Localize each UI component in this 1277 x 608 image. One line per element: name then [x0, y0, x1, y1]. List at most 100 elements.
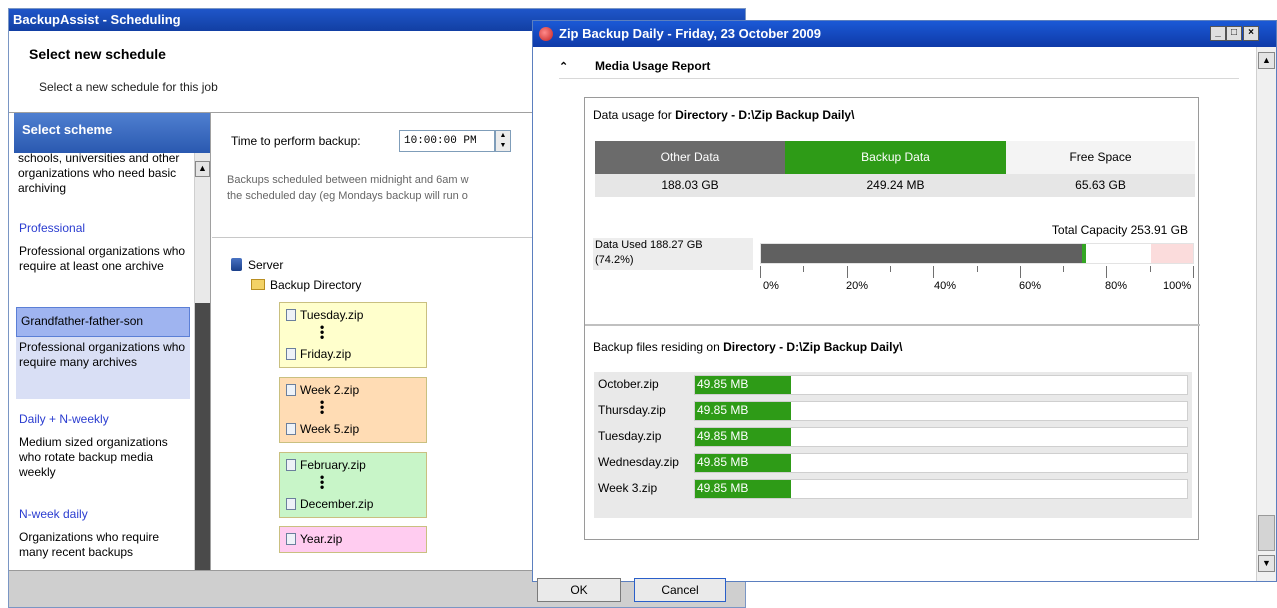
- report-window: Zip Backup Daily - Friday, 23 October 20…: [532, 20, 1277, 582]
- col-header-free-space: Free Space: [1006, 141, 1195, 174]
- axis-tick: [760, 266, 761, 278]
- cancel-button[interactable]: Cancel: [634, 578, 726, 602]
- usage-axis-labels: 0% 20% 40% 60% 80% 100%: [585, 280, 1200, 294]
- scroll-down-icon[interactable]: ▼: [1258, 555, 1275, 572]
- list-item: Wednesday.zip 49.85 MB: [596, 450, 1190, 474]
- file-name: Friday.zip: [300, 347, 352, 361]
- axis-tick: [1150, 266, 1151, 272]
- file-name: Week 2.zip: [300, 383, 360, 397]
- file-group-weekly: Week 2.zip • • • Week 5.zip: [279, 377, 427, 443]
- folder-icon: [251, 279, 265, 290]
- scheme-gfs-desc[interactable]: Professional organizations who require m…: [19, 340, 189, 370]
- close-icon[interactable]: ×: [1243, 26, 1259, 41]
- file-group-yearly: Year.zip: [279, 526, 427, 553]
- ok-button[interactable]: OK: [537, 578, 621, 602]
- server-icon: [231, 258, 242, 271]
- file-item: Friday.zip: [286, 347, 351, 361]
- file-item: Year.zip: [286, 532, 342, 546]
- panel-divider: [585, 324, 1200, 326]
- axis-tick: [1063, 266, 1064, 272]
- app-icon: [539, 27, 553, 41]
- usage-title: Data usage for Directory - D:\Zip Backup…: [593, 108, 854, 122]
- axis-tick: [847, 266, 848, 278]
- file-item: Tuesday.zip: [286, 308, 363, 322]
- tree-server: Server: [231, 258, 283, 272]
- tick-label-20: 20%: [846, 280, 869, 292]
- usage-title-prefix: Data usage for: [593, 108, 676, 122]
- time-input[interactable]: 10:00:00 PM: [399, 130, 495, 152]
- scheme-scrollbar[interactable]: ▲: [194, 153, 210, 570]
- axis-tick: [1020, 266, 1021, 278]
- scheme-daily-n-weekly[interactable]: Daily + N-weekly: [19, 412, 109, 426]
- axis-tick: [1106, 266, 1107, 278]
- axis-tick: [890, 266, 891, 272]
- file-icon: [286, 384, 296, 396]
- file-size-fill: 49.85 MB: [695, 402, 791, 420]
- files-title-target: Directory - D:\Zip Backup Daily\: [723, 340, 903, 354]
- axis-tick: [933, 266, 934, 278]
- file-icon: [286, 348, 296, 360]
- scheme-n-week-daily-desc[interactable]: Organizations who require many recent ba…: [19, 530, 189, 560]
- axis-tick: [1193, 266, 1194, 278]
- scheme-professional[interactable]: Professional: [19, 221, 85, 235]
- file-icon: [286, 459, 296, 471]
- report-scrollbar[interactable]: ▲ ▼: [1256, 47, 1276, 581]
- tree-backup-directory: Backup Directory: [251, 278, 361, 292]
- scheme-scroll-thumb[interactable]: [195, 303, 210, 570]
- list-item: Tuesday.zip 49.85 MB: [596, 424, 1190, 448]
- file-size-fill: 49.85 MB: [695, 480, 791, 498]
- tick-label-0: 0%: [763, 280, 779, 292]
- backup-files-list: October.zip 49.85 MB Thursday.zip 49.85 …: [594, 372, 1192, 518]
- spin-down-icon[interactable]: ▼: [496, 141, 510, 151]
- scheme-professional-desc[interactable]: Professional organizations who require a…: [19, 244, 189, 274]
- section-title: Media Usage Report: [595, 59, 711, 73]
- spin-up-icon[interactable]: ▲: [496, 131, 510, 141]
- file-name: Week 3.zip: [598, 481, 658, 495]
- minimize-icon[interactable]: _: [1210, 26, 1226, 41]
- tree-directory-label: Backup Directory: [270, 278, 362, 292]
- file-name: Week 5.zip: [300, 422, 360, 436]
- report-scroll-thumb[interactable]: [1258, 515, 1275, 551]
- media-usage-panel: Data usage for Directory - D:\Zip Backup…: [584, 97, 1200, 540]
- scheduling-window-title: BackupAssist - Scheduling: [13, 12, 181, 27]
- schedule-note: Backups scheduled between midnight and 6…: [227, 172, 547, 204]
- collapse-icon[interactable]: ⌃: [559, 60, 568, 73]
- file-size-bar: 49.85 MB: [694, 375, 1188, 395]
- section-title-divider: [559, 78, 1239, 79]
- total-capacity: Total Capacity 253.91 GB: [1051, 223, 1188, 237]
- maximize-icon[interactable]: □: [1226, 26, 1242, 41]
- file-name: October.zip: [598, 377, 659, 391]
- file-name: Tuesday.zip: [598, 429, 662, 443]
- schedule-note-line1: Backups scheduled between midnight and 6…: [227, 174, 469, 186]
- tick-label-100: 100%: [1163, 280, 1192, 292]
- scroll-up-icon[interactable]: ▲: [195, 161, 210, 177]
- scheme-panel: Select scheme schools, universities and …: [14, 113, 211, 570]
- file-item: December.zip: [286, 497, 373, 511]
- tree-server-label: Server: [248, 258, 284, 272]
- report-title-bar[interactable]: Zip Backup Daily - Friday, 23 October 20…: [533, 21, 1276, 47]
- ellipsis-dots: • • •: [320, 470, 325, 494]
- file-name: February.zip: [300, 458, 366, 472]
- file-size-bar: 49.85 MB: [694, 479, 1188, 499]
- page-subtitle: Select a new schedule for this job: [39, 80, 218, 94]
- scroll-up-icon[interactable]: ▲: [1258, 52, 1275, 69]
- file-icon: [286, 498, 296, 510]
- list-item: Week 3.zip 49.85 MB: [596, 476, 1190, 500]
- scheme-daily-n-weekly-desc[interactable]: Medium sized organizations who rotate ba…: [19, 435, 189, 480]
- scheme-grandfather-father-son[interactable]: Grandfather-father-son: [16, 307, 190, 337]
- scheme-basic-desc[interactable]: schools, universities and other organiza…: [18, 151, 188, 195]
- col-header-backup-data: Backup Data: [785, 141, 1006, 174]
- ellipsis-dots: • • •: [320, 320, 325, 344]
- files-title-prefix: Backup files residing on: [593, 340, 724, 354]
- usage-bar-backup: [1082, 244, 1086, 263]
- usage-bar: [760, 243, 1194, 264]
- usage-axis: [760, 266, 1194, 278]
- time-spinner[interactable]: ▲ ▼: [495, 130, 511, 152]
- file-name: Year.zip: [300, 532, 343, 546]
- scheme-n-week-daily[interactable]: N-week daily: [19, 507, 88, 521]
- ellipsis-dots: • • •: [320, 395, 325, 419]
- usage-bar-used: [761, 244, 1082, 263]
- file-icon: [286, 309, 296, 321]
- data-used-percent: (74.2%): [595, 254, 634, 266]
- file-size-bar: 49.85 MB: [694, 401, 1188, 421]
